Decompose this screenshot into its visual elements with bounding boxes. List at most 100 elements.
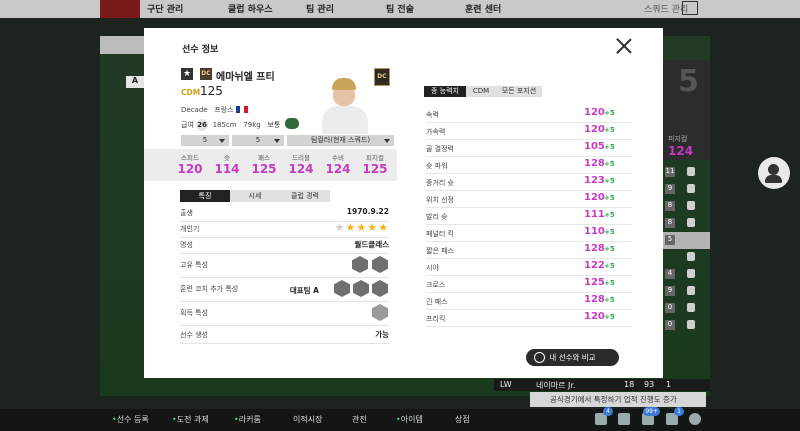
tab-all-positions[interactable]: 모든 포지션: [496, 86, 542, 97]
squad-grade-chip[interactable]: A: [126, 76, 144, 88]
bench-level: 18: [624, 380, 635, 389]
stat-passing: 패스 125: [251, 154, 277, 176]
bottom-locker-room[interactable]: •라커룸: [234, 414, 261, 425]
trait-icon[interactable]: [353, 280, 369, 297]
sub-tabs: 특징 시세 클럽 경력: [180, 190, 330, 202]
player-name: 에마뉘엘 프티: [216, 72, 275, 83]
compare-with-my-player-button[interactable]: 내 선수와 비교: [526, 349, 619, 366]
manager-avatar-button[interactable]: [758, 157, 790, 189]
close-icon[interactable]: [616, 38, 632, 54]
weight: 79kg: [243, 121, 261, 129]
chevron-down-icon: [219, 139, 225, 143]
attribute-row: 슛 파워 128 +5: [426, 157, 632, 174]
main-stats-band: 스피드 120 슛 114 패스 125 드리블 124 수비 124 피지컬 125: [144, 149, 397, 181]
grade-select[interactable]: 5: [232, 135, 284, 146]
trait-icon[interactable]: [334, 280, 350, 297]
tab-price[interactable]: 시세: [230, 190, 280, 202]
trait-icon[interactable]: [352, 256, 368, 273]
stat-pace: 스피드 120: [177, 154, 203, 176]
season-badge-icon: DC: [200, 68, 212, 80]
player-position: CDM: [181, 88, 201, 97]
bottom-bar: •선수 등록 •도전 과제 •라커룸 이적시장 관전 •아이템 상점 4 99+…: [0, 407, 800, 431]
nav-club-manage[interactable]: 구단 관리: [147, 2, 183, 15]
level-select[interactable]: 5: [181, 135, 229, 146]
bottom-challenges[interactable]: •도전 과제: [172, 414, 209, 425]
achievement-toast[interactable]: 공식경기에서 특정하기 업적 진행도 증가: [530, 392, 706, 407]
bench-position: LW: [500, 380, 512, 389]
attribute-row: 긴 패스 128 +5: [426, 293, 632, 310]
salary-value: 26: [196, 119, 209, 131]
nav-team-tactics[interactable]: 팀 전술: [386, 2, 414, 15]
list-item[interactable]: 5: [660, 232, 710, 249]
nav-team-manage[interactable]: 팀 관리: [306, 2, 334, 15]
lock-icon[interactable]: [372, 304, 388, 321]
background-card-number: 5: [678, 64, 699, 99]
tab-cdm[interactable]: CDM: [466, 86, 496, 97]
height: 185cm: [212, 121, 237, 129]
stat-physical: 피지컬 125: [362, 154, 388, 176]
gear-icon[interactable]: [689, 413, 701, 425]
nav-clubhouse[interactable]: 클럽 하우스: [228, 2, 273, 15]
stat-dribbling: 드리블 124: [288, 154, 314, 176]
list-item[interactable]: 9: [660, 283, 710, 300]
info-row-reputation: 명성 월드클래스: [180, 234, 389, 254]
bottom-spectate[interactable]: 관전: [352, 414, 367, 425]
bell-icon[interactable]: 99+: [642, 407, 660, 425]
home-icon[interactable]: 4: [595, 407, 613, 425]
list-item[interactable]: 8: [660, 215, 710, 232]
nationality: 프랑스: [214, 106, 234, 114]
tab-traits[interactable]: 특징: [180, 190, 230, 202]
attribute-row: 위치 선정 120 +5: [426, 191, 632, 208]
bottom-shop[interactable]: 상점: [455, 414, 470, 425]
list-item[interactable]: 0: [660, 300, 710, 317]
attribute-row: 시야 122 +5: [426, 259, 632, 276]
mail-icon[interactable]: 1: [666, 407, 684, 425]
attribute-row: 가속력 120 +5: [426, 123, 632, 140]
background-bench-list: 11 9 8 8 5 4 9 0 0: [660, 164, 710, 364]
background-player-card[interactable]: 5 피지컬 124: [660, 60, 710, 160]
lock-icon: [687, 184, 695, 193]
bench-ovr: 93: [644, 380, 655, 389]
info-row-coach-traits: 훈련 코치 추가 특성 대표팀 A: [180, 278, 389, 302]
tab-total-stats[interactable]: 종 능력치: [424, 86, 466, 97]
list-item[interactable]: [660, 249, 710, 266]
bench-name: 네이마르 Jr.: [536, 381, 576, 390]
body-type: 보통: [267, 121, 281, 129]
star-rating-icon: ★★★★★: [334, 221, 389, 234]
team-color-select[interactable]: 팀컬러(현재 스쿼드): [287, 135, 394, 146]
bottom-transfer-market[interactable]: 이적시장: [293, 414, 322, 425]
bottom-items[interactable]: •아이템: [396, 414, 423, 425]
exit-icon[interactable]: [682, 1, 698, 15]
info-row-acquired-traits: 획득 특성: [180, 302, 389, 326]
attribute-row: 골 결정력 105 +5: [426, 140, 632, 157]
list-item[interactable]: 9: [660, 181, 710, 198]
attribute-tabs: 종 능력치 CDM 모든 포지션: [424, 86, 542, 97]
list-item[interactable]: 0: [660, 317, 710, 334]
list-item[interactable]: 11: [660, 164, 710, 181]
info-row-player-create: 선수 생성 가능: [180, 324, 389, 344]
list-item[interactable]: 8: [660, 198, 710, 215]
season-name: Decade: [181, 106, 208, 114]
chevron-down-icon: [384, 139, 390, 143]
foot-icon: [284, 118, 299, 129]
nav-training-center[interactable]: 훈련 센터: [465, 2, 501, 15]
list-item[interactable]: 4: [660, 266, 710, 283]
lock-icon: [687, 252, 695, 261]
bottom-register-player[interactable]: •선수 등록: [112, 414, 149, 425]
favorite-star-icon[interactable]: ★: [181, 68, 193, 80]
trait-icon[interactable]: [372, 280, 388, 297]
top-navigation: 구단 관리 클럽 하우스 팀 관리 팀 전술 훈련 센터 스쿼드 관리: [0, 0, 800, 18]
lock-icon: [687, 167, 695, 176]
attribute-row: 발리 슛 111 +5: [426, 208, 632, 225]
tab-club-history[interactable]: 클럽 경력: [280, 190, 330, 202]
stat-shooting: 슛 114: [214, 154, 240, 176]
background-card-stat-label: 피지컬: [668, 135, 688, 143]
trait-icon[interactable]: [372, 256, 388, 273]
bench-player-row[interactable]: LW 네이마르 Jr. 18 93 1: [494, 379, 710, 391]
player-physical-line: 급여 26 185cm 79kg 보통: [181, 118, 299, 131]
attribute-row: 프리킥 120 +5: [426, 310, 632, 327]
shield-icon[interactable]: [618, 413, 630, 425]
lock-icon: [687, 286, 695, 295]
player-season-line: Decade 프랑스: [181, 105, 248, 115]
attribute-row: 속력 120 +5: [426, 106, 632, 123]
